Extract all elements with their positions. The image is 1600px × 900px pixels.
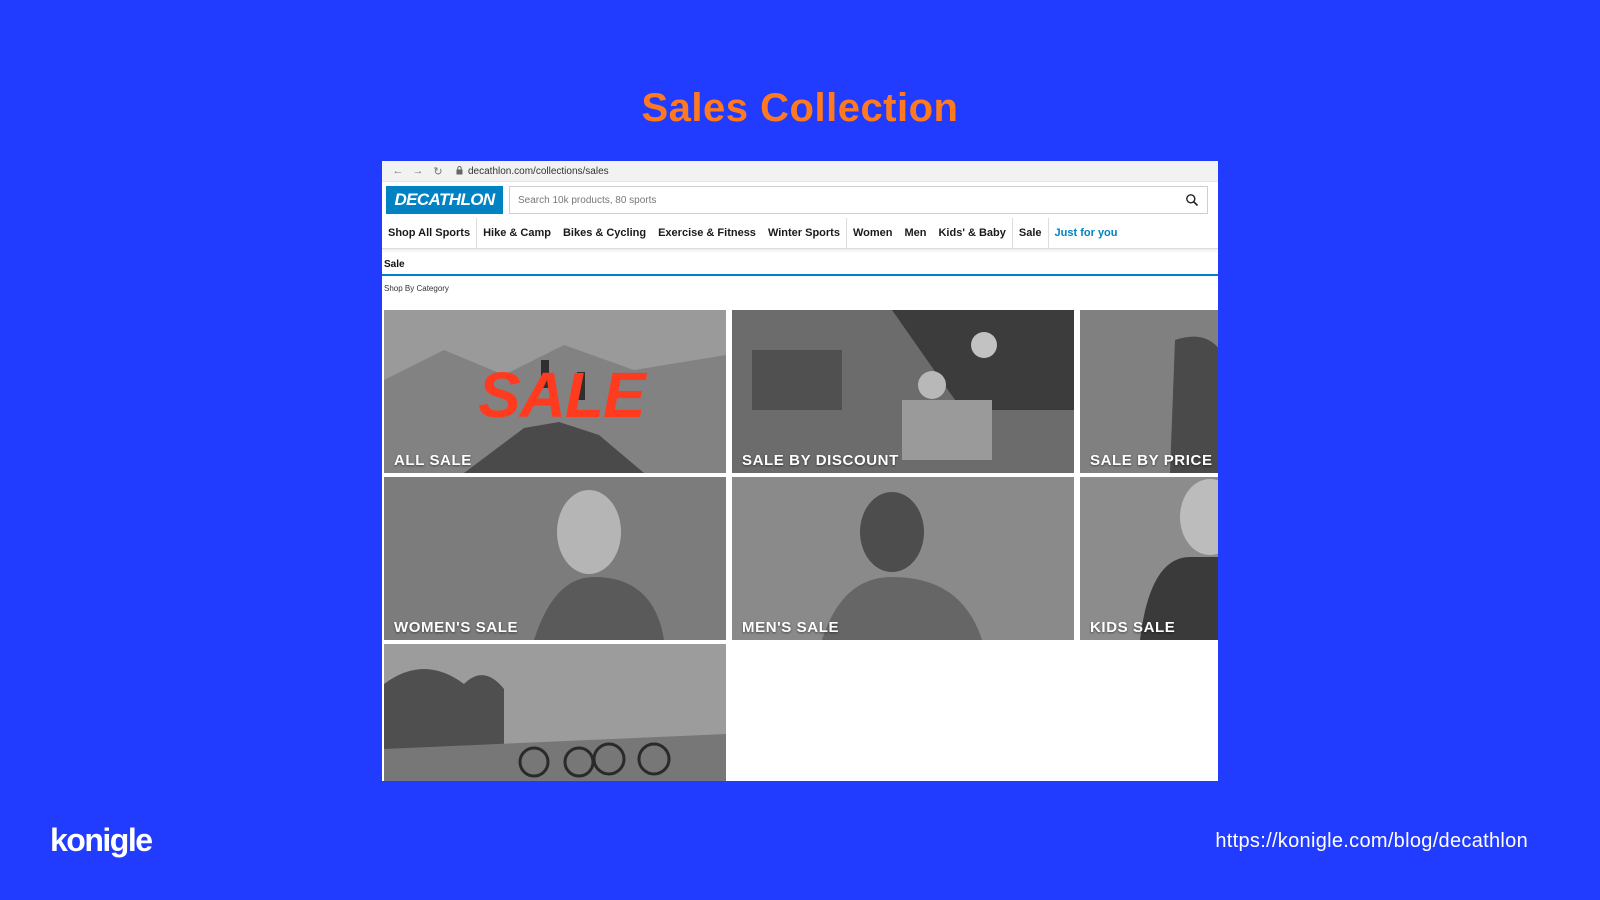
tile-label: WOMEN'S SALE <box>394 619 519 636</box>
section-title: Sale <box>382 259 1218 276</box>
cycling-photo <box>384 644 726 781</box>
search-icon[interactable] <box>1185 193 1199 207</box>
nav-hike-camp[interactable]: Hike & Camp <box>476 218 557 248</box>
nav-men[interactable]: Men <box>898 218 932 248</box>
konigle-logo: konigle <box>50 822 153 858</box>
browser-screenshot: ← → ↻ decathlon.com/collections/sales DE… <box>382 161 1218 781</box>
site-header: DECATHLON Search 10k products, 80 sports <box>382 182 1218 218</box>
url-text[interactable]: decathlon.com/collections/sales <box>468 166 609 177</box>
decathlon-logo[interactable]: DECATHLON <box>386 186 503 214</box>
nav-kids-baby[interactable]: Kids' & Baby <box>932 218 1011 248</box>
nav-shop-all-sports[interactable]: Shop All Sports <box>382 218 476 248</box>
tile-kids-sale[interactable]: KIDS SALE <box>1080 477 1218 640</box>
nav-women[interactable]: Women <box>845 218 899 248</box>
sale-overlay-text: SALE <box>478 359 646 431</box>
tile-label: SALE BY DISCOUNT <box>742 452 899 469</box>
main-nav: Shop All Sports Hike & Camp Bikes & Cycl… <box>382 218 1218 249</box>
tile-mens-sale[interactable]: MEN'S SALE <box>732 477 1074 640</box>
reload-icon[interactable]: ↻ <box>428 165 448 178</box>
camping-photo <box>732 310 1074 473</box>
tile-label: SALE BY PRICE <box>1090 452 1213 469</box>
tile-cycling[interactable] <box>384 644 726 781</box>
woman-photo <box>384 477 726 640</box>
kid-photo <box>1080 477 1218 640</box>
shop-by-category-label: Shop By Category <box>384 284 449 293</box>
tile-sale-by-price[interactable]: SALE BY PRICE <box>1080 310 1218 473</box>
tile-all-sale[interactable]: SALE ALL SALE <box>384 310 726 473</box>
nav-exercise-fitness[interactable]: Exercise & Fitness <box>652 218 762 248</box>
tile-label: ALL SALE <box>394 452 472 469</box>
search-input[interactable]: Search 10k products, 80 sports <box>509 186 1208 214</box>
tile-label: MEN'S SALE <box>742 619 840 636</box>
footer-url[interactable]: https://konigle.com/blog/decathlon <box>1215 830 1528 853</box>
search-placeholder: Search 10k products, 80 sports <box>518 194 657 206</box>
lock-icon <box>454 165 464 177</box>
nav-just-for-you[interactable]: Just for you <box>1047 218 1124 248</box>
nav-sale[interactable]: Sale <box>1011 218 1048 248</box>
nav-bikes-cycling[interactable]: Bikes & Cycling <box>557 218 652 248</box>
nav-winter-sports[interactable]: Winter Sports <box>762 218 846 248</box>
tile-sale-by-discount[interactable]: SALE BY DISCOUNT <box>732 310 1074 473</box>
slide-title: Sales Collection <box>641 86 959 130</box>
tile-label: KIDS SALE <box>1090 619 1176 636</box>
arrow-left-icon[interactable]: ← <box>388 165 408 177</box>
arrow-right-icon[interactable]: → <box>408 165 428 177</box>
man-photo <box>732 477 1074 640</box>
address-bar: ← → ↻ decathlon.com/collections/sales <box>382 161 1218 182</box>
tile-womens-sale[interactable]: WOMEN'S SALE <box>384 477 726 640</box>
hiker-photo <box>1080 310 1218 473</box>
